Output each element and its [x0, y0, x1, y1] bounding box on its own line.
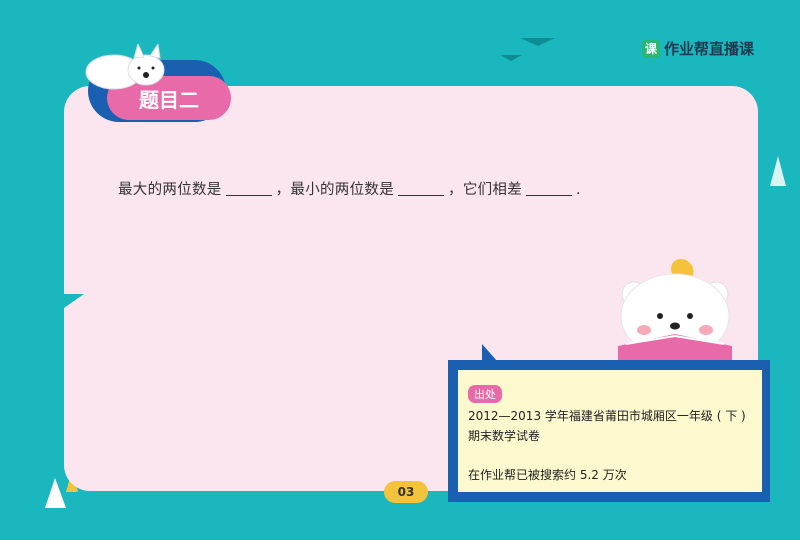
brand-icon: 课	[642, 39, 660, 58]
source-text: 2012—2013 学年福建省莆田市城厢区一年级 ( 下 ) 期末数学试卷	[468, 409, 746, 443]
search-count: 在作业帮已被搜索约 5.2 万次	[468, 468, 627, 482]
fox-mascot-icon	[85, 44, 165, 90]
question-part1: 最大的两位数是	[118, 182, 222, 198]
answer-blank-2	[398, 181, 445, 196]
answer-blank-1	[225, 181, 272, 196]
question-part3: ，它们相差	[448, 182, 523, 198]
brand-logo: 课 作业帮直播课	[642, 38, 754, 59]
card-notch	[60, 294, 84, 308]
page-number: 03	[384, 481, 428, 503]
question-text: 最大的两位数是 ，最小的两位数是 ，它们相差.	[118, 178, 581, 199]
question-end: .	[576, 182, 581, 198]
brand-name: 作业帮直播课	[664, 40, 755, 58]
bear-mascot-icon	[618, 258, 732, 362]
question-part2: ，最小的两位数是	[275, 182, 395, 198]
answer-blank-3	[526, 181, 573, 196]
source-badge: 出处	[468, 385, 502, 403]
